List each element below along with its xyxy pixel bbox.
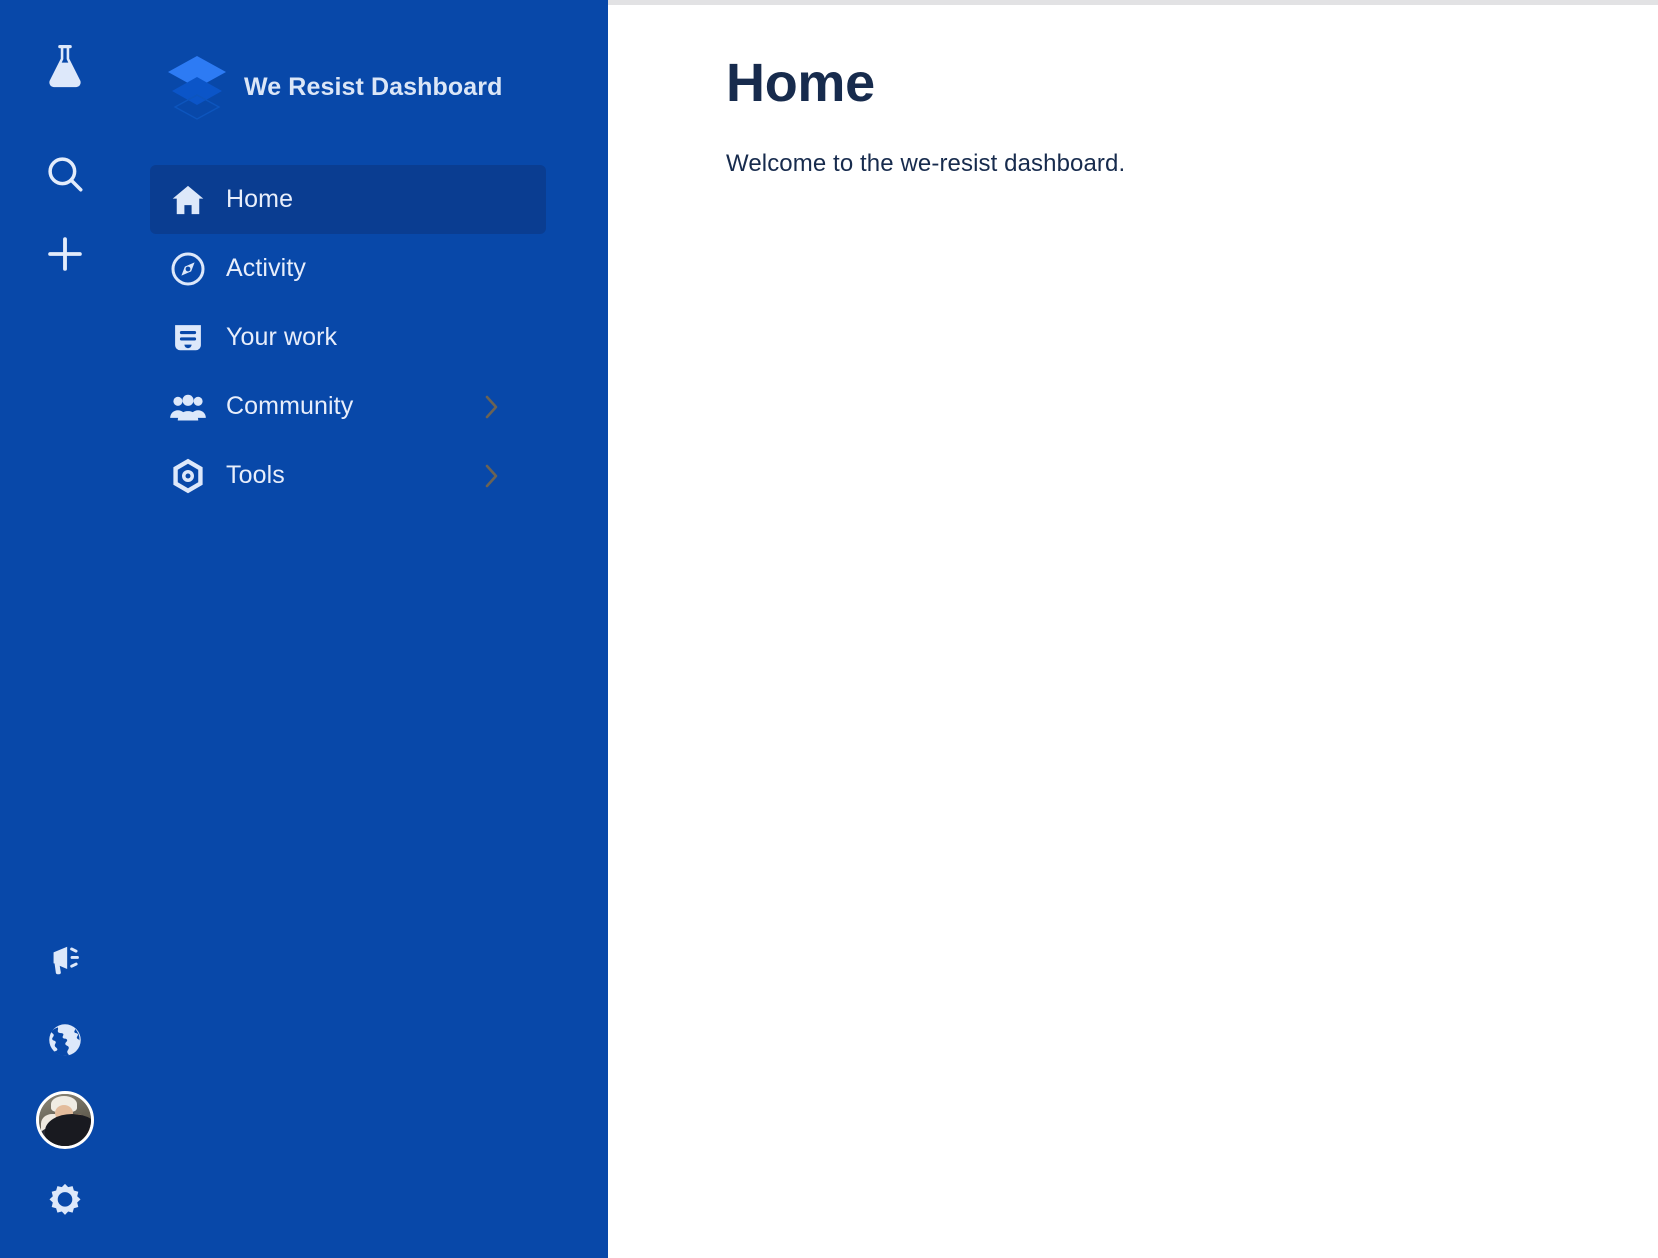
flask-icon (43, 42, 87, 92)
sidebar-item-home[interactable]: Home (150, 165, 546, 234)
sidebar-item-tools[interactable]: Tools (150, 441, 546, 510)
avatar (36, 1091, 94, 1149)
layers-icon (166, 50, 228, 124)
megaphone-icon (46, 943, 84, 977)
icon-rail (0, 0, 130, 1258)
gear-icon (46, 1181, 84, 1219)
board-icon (150, 320, 226, 356)
brand[interactable]: We Resist Dashboard (166, 50, 502, 124)
people-icon (150, 389, 226, 425)
compass-icon (150, 251, 226, 287)
plus-icon (44, 233, 86, 275)
sidebar-nav: Home Activity Your work Community Tools (150, 165, 546, 510)
search-icon (44, 153, 86, 195)
brand-title: We Resist Dashboard (244, 72, 503, 101)
globe-icon-button[interactable] (0, 1000, 130, 1080)
sidebar-item-label: Community (226, 392, 354, 420)
sidebar: We Resist Dashboard Home Activity Your w… (0, 0, 608, 1258)
home-icon (150, 182, 226, 218)
icon-rail-bottom (0, 920, 130, 1258)
hexagon-icon (150, 457, 226, 495)
globe-icon (47, 1022, 83, 1058)
sidebar-item-label: Tools (226, 461, 285, 489)
megaphone-icon-button[interactable] (0, 920, 130, 1000)
chevron-right-icon[interactable] (484, 463, 500, 489)
gear-icon-button[interactable] (0, 1160, 130, 1240)
main-content: Home Welcome to the we-resist dashboard. (608, 5, 1658, 1258)
sidebar-item-label: Home (226, 185, 294, 213)
sidebar-item-label: Activity (226, 254, 306, 282)
page-title: Home (726, 53, 875, 113)
plus-icon-button[interactable] (0, 214, 130, 294)
sidebar-item-community[interactable]: Community (150, 372, 546, 441)
app-root: We Resist Dashboard Home Activity Your w… (0, 0, 1658, 1258)
sidebar-item-activity[interactable]: Activity (150, 234, 546, 303)
search-icon-button[interactable] (0, 134, 130, 214)
sidebar-item-your-work[interactable]: Your work (150, 303, 546, 372)
sidebar-item-label: Your work (226, 323, 338, 351)
avatar-button[interactable] (0, 1080, 130, 1160)
icon-rail-top (0, 0, 130, 294)
flask-icon-button[interactable] (0, 0, 130, 134)
page-description: Welcome to the we-resist dashboard. (726, 149, 1126, 177)
chevron-right-icon[interactable] (484, 394, 500, 420)
